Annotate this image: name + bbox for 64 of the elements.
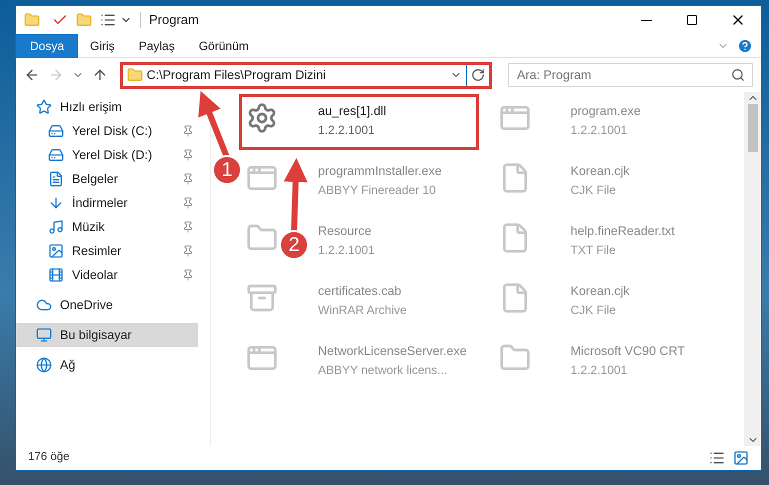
drive-icon xyxy=(48,147,64,163)
scrollbar[interactable] xyxy=(744,92,761,446)
sidebar-item[interactable]: OneDrive xyxy=(16,293,198,317)
sidebar-item[interactable]: Yerel Disk (C:) xyxy=(16,119,198,143)
sidebar-item[interactable]: Müzik xyxy=(16,215,198,239)
file-detail: ABBYY network licens... xyxy=(318,362,448,379)
pin-icon[interactable] xyxy=(182,149,194,161)
cloud-icon xyxy=(36,297,52,313)
maximize-icon xyxy=(686,14,698,26)
properties-icon[interactable] xyxy=(100,12,116,28)
up-icon[interactable] xyxy=(92,67,108,83)
details-view-icon[interactable] xyxy=(709,450,725,466)
folder-icon[interactable] xyxy=(76,12,92,28)
film-icon xyxy=(48,267,64,283)
window-title: Program xyxy=(149,11,200,30)
file-detail: 1.2.2.1001 xyxy=(318,242,375,259)
search-field[interactable]: Ara: Program xyxy=(508,63,754,87)
archive-icon xyxy=(246,282,278,314)
ribbon-tab[interactable]: Giriş xyxy=(78,34,127,58)
pin-icon[interactable] xyxy=(182,245,194,257)
address-path: C:\Program Files\Program Dizini xyxy=(146,66,327,84)
monitor-icon xyxy=(36,327,52,343)
file-detail: 1.2.2.1001 xyxy=(570,122,628,139)
sidebar-item[interactable]: Belgeler xyxy=(16,167,198,191)
drive-icon xyxy=(48,123,64,139)
pin-icon[interactable] xyxy=(182,269,194,281)
sidebar-item[interactable]: Bu bilgisayar xyxy=(16,323,198,347)
pin-icon[interactable] xyxy=(182,173,194,185)
file-detail: WinRAR Archive xyxy=(318,302,407,319)
sidebar-item[interactable]: İndirmeler xyxy=(16,191,198,215)
folder-icon xyxy=(126,67,143,83)
search-icon xyxy=(731,68,746,82)
folder-icon[interactable] xyxy=(24,12,40,28)
address-field[interactable]: C:\Program Files\Program Dizini xyxy=(120,62,492,88)
file-detail: 1.2.2.1001 xyxy=(318,122,376,139)
large-icons-view-icon[interactable] xyxy=(733,450,749,466)
pin-icon[interactable] xyxy=(182,221,194,233)
star-icon xyxy=(36,99,52,115)
file-detail: ABBYY Finereader 10 xyxy=(318,182,437,199)
music-note-icon xyxy=(48,219,64,235)
ribbon-tab[interactable]: Dosya xyxy=(16,34,78,58)
scroll-thumb[interactable] xyxy=(748,104,758,152)
ribbon-tab[interactable]: Görünüm xyxy=(186,34,261,58)
refresh-icon[interactable] xyxy=(471,68,486,82)
help-icon[interactable] xyxy=(737,38,753,54)
item-count: 176 öğe xyxy=(28,450,71,466)
pin-icon[interactable] xyxy=(182,197,194,209)
globe-icon xyxy=(36,357,52,373)
ribbon-tab[interactable]: Paylaş xyxy=(126,34,187,58)
file-detail: CJK File xyxy=(570,182,617,199)
gear-file-icon xyxy=(246,102,278,134)
pin-icon[interactable] xyxy=(182,125,194,137)
sidebar-item[interactable]: Ağ xyxy=(16,353,198,377)
sidebar-item[interactable]: Hızlı erişim xyxy=(16,95,198,119)
file-detail: CJK File xyxy=(570,302,617,319)
file-detail: TXT File xyxy=(570,242,617,259)
back-icon[interactable] xyxy=(24,67,40,83)
sidebar-item[interactable]: Videolar xyxy=(16,263,198,287)
file-name[interactable]: au_res[1].dll xyxy=(318,102,386,121)
sidebar-item[interactable]: Resimler xyxy=(16,239,198,263)
file-detail: 1.2.2.1001 xyxy=(570,362,628,379)
sidebar-item[interactable]: Yerel Disk (D:) xyxy=(16,143,198,167)
picture-icon xyxy=(48,243,64,259)
document-icon xyxy=(48,171,64,187)
